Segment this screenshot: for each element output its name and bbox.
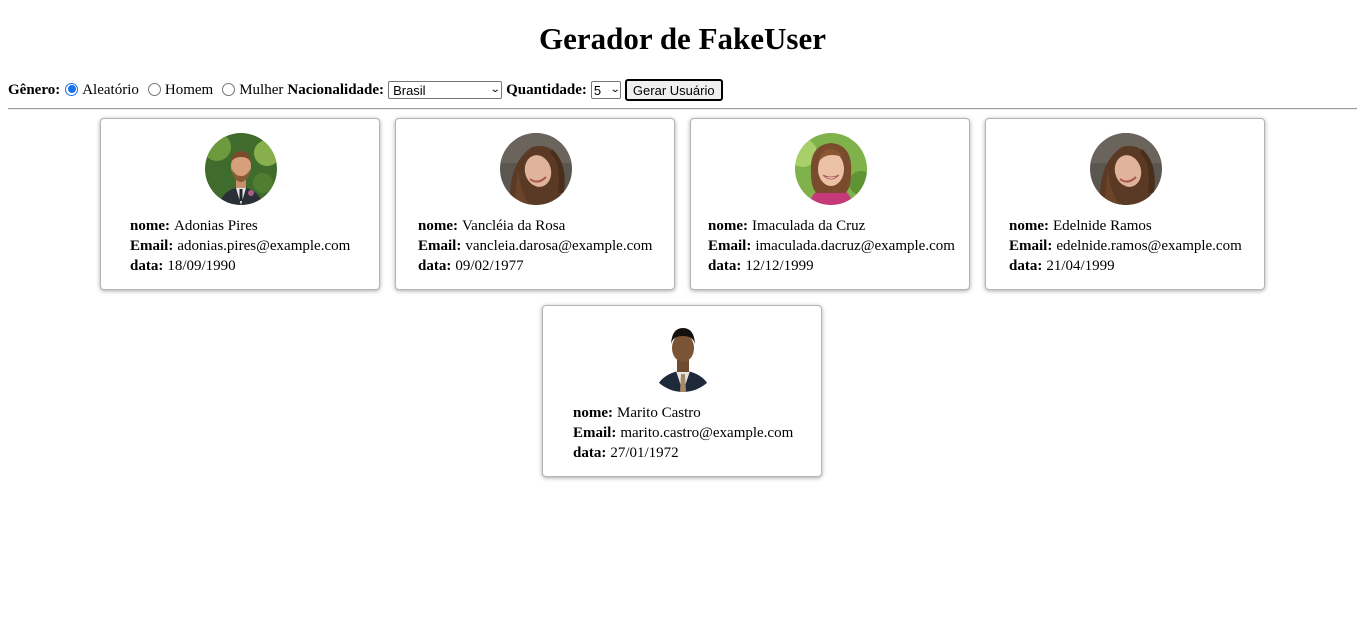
data-label: data: [708,258,742,274]
gerar-usuario-button[interactable]: Gerar Usuário [624,79,723,101]
man-suit-tie-photo-icon [647,320,719,392]
user-date: 21/04/1999 [1046,258,1115,274]
data-label: data: [573,445,607,461]
avatar [500,133,572,205]
quantidade-label: Quantidade: [506,81,587,98]
chevron-down-icon: ⌄ [489,84,501,95]
email-label: Email: [418,238,462,254]
genero-label: Gênero: [8,81,61,98]
data-label: data: [418,258,452,274]
user-email: imaculada.dacruz@example.com [755,238,955,254]
user-info: nome: Edelnide Ramos Email: edelnide.ramos… [1009,216,1242,276]
quantidade-select[interactable]: 5 ⌄ [590,81,621,99]
user-card: nome: Edelnide Ramos Email: edelnide.ramos… [985,118,1265,290]
user-date: 12/12/1999 [745,258,814,274]
divider [8,108,1357,110]
nome-label: nome: [708,218,748,234]
user-name: Vancléia da Rosa [462,218,566,234]
radio-homem-label[interactable]: Homem [165,82,213,99]
nome-label: nome: [1009,218,1049,234]
avatar [647,320,719,392]
avatar [795,133,867,205]
woman-smiling-photo-icon [795,133,867,205]
user-name: Marito Castro [617,405,701,421]
user-card: nome: Adonias Pires Email: adonias.pires@e… [100,118,380,290]
user-email: adonias.pires@example.com [177,238,351,254]
user-name: Imaculada da Cruz [752,218,866,234]
controls-bar: Gênero: Aleatório Homem Mulher Nacionali… [8,79,723,101]
user-name: Adonias Pires [174,218,258,234]
nacionalidade-select[interactable]: Brasil ⌄ [388,81,503,99]
user-date: 09/02/1977 [455,258,524,274]
email-label: Email: [708,238,752,254]
user-card: nome: Marito Castro Email: marito.castro@e… [542,305,822,477]
avatar [1090,133,1162,205]
user-info: nome: Adonias Pires Email: adonias.pires@e… [130,216,350,276]
email-label: Email: [130,238,174,254]
user-name: Edelnide Ramos [1053,218,1152,234]
user-date: 27/01/1972 [610,445,679,461]
user-email: marito.castro@example.com [620,425,794,441]
woman-curly-hair-photo-icon [1090,133,1162,205]
user-card: nome: Imaculada da Cruz Email: imaculada.d… [690,118,970,290]
user-date: 18/09/1990 [167,258,236,274]
radio-aleatorio[interactable] [65,82,79,96]
email-label: Email: [573,425,617,441]
radio-mulher-label[interactable]: Mulher [239,82,283,99]
nacionalidade-label: Nacionalidade: [287,81,385,98]
radio-homem[interactable] [147,82,161,96]
nome-label: nome: [573,405,613,421]
radio-mulher[interactable] [222,82,236,96]
user-email: edelnide.ramos@example.com [1056,238,1242,254]
radio-aleatorio-label[interactable]: Aleatório [82,82,139,99]
page-title: Gerador de FakeUser [539,21,826,56]
user-info: nome: Marito Castro Email: marito.castro@e… [573,403,793,463]
user-email: vancleia.darosa@example.com [465,238,653,254]
user-card: nome: Vancléia da Rosa Email: vancleia.dar… [395,118,675,290]
avatar [205,133,277,205]
data-label: data: [1009,258,1043,274]
data-label: data: [130,258,164,274]
user-info: nome: Vancléia da Rosa Email: vancleia.dar… [418,216,652,276]
woman-curly-hair-photo-icon [500,133,572,205]
nacionalidade-value: Brasil [393,82,426,98]
nome-label: nome: [130,218,170,234]
chevron-down-icon: ⌄ [609,84,621,95]
user-info: nome: Imaculada da Cruz Email: imaculada.d… [708,216,955,276]
nome-label: nome: [418,218,458,234]
man-beard-photo-icon [205,133,277,205]
quantidade-value: 5 [593,82,602,98]
email-label: Email: [1009,238,1053,254]
